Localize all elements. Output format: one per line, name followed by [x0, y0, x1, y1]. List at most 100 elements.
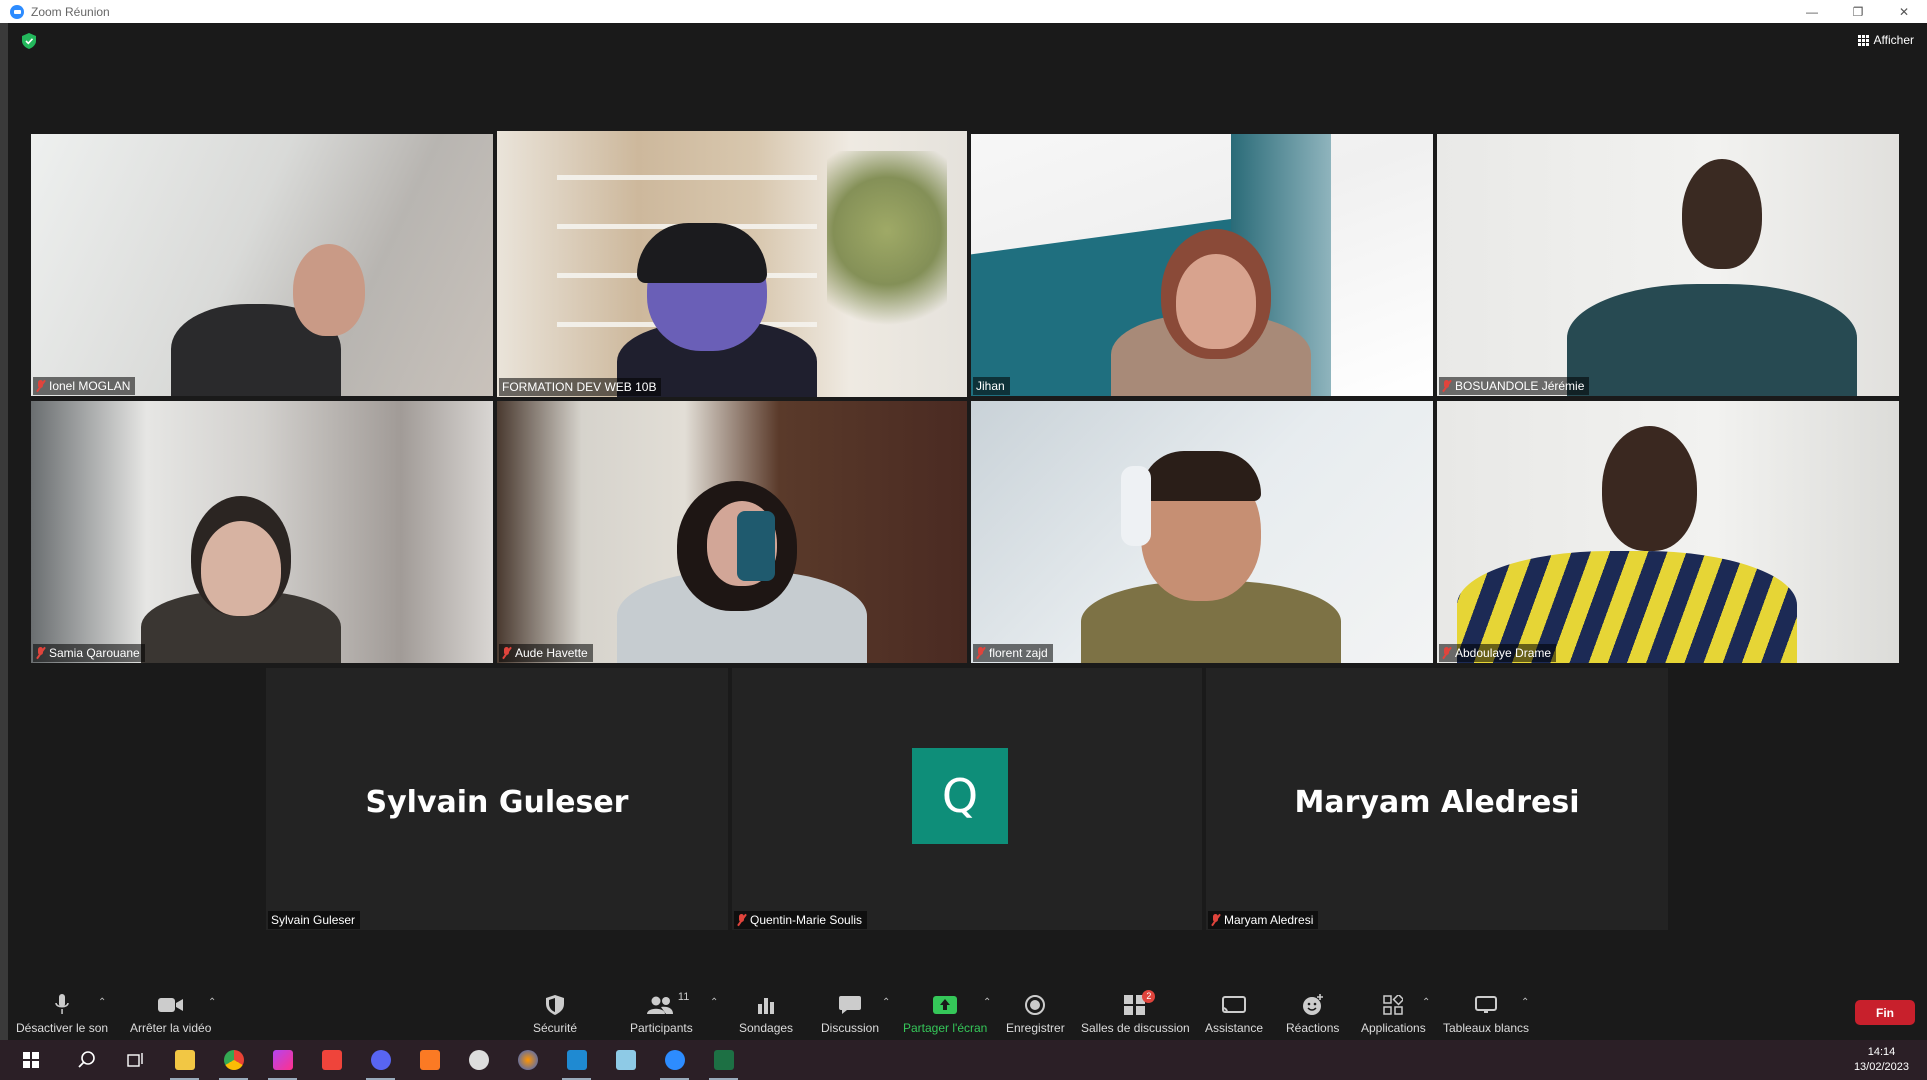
smiley-icon — [1302, 993, 1324, 1017]
no-video-tile[interactable]: Maryam Aledresi Maryam Aledresi — [1206, 668, 1668, 930]
whiteboard-icon — [1475, 993, 1498, 1017]
windows-taskbar: 14:14 13/02/2023 — [0, 1040, 1927, 1080]
task-view-icon[interactable] — [111, 1040, 160, 1080]
video-tile[interactable]: BOSUANDOLE Jérémie — [1437, 134, 1899, 396]
windows-start-icon[interactable] — [0, 1040, 62, 1080]
microphone-icon — [55, 993, 69, 1017]
muted-mic-icon — [1442, 380, 1451, 392]
discord-icon[interactable] — [356, 1040, 405, 1080]
clock-time: 14:14 — [1867, 1046, 1896, 1058]
meeting-toolbar: Désactiver le son ⌃ Arrêter la vidéo ⌃ S… — [8, 985, 1927, 1040]
breakout-badge: 2 — [1142, 990, 1156, 1003]
assistance-button[interactable]: Assistance — [1205, 993, 1263, 1035]
breakout-rooms-button[interactable]: 2 Salles de discussion — [1081, 990, 1190, 1035]
muted-mic-icon — [1211, 914, 1220, 926]
participant-name-tag: FORMATION DEV WEB 10B — [499, 378, 662, 396]
reactions-button[interactable]: Réactions — [1286, 993, 1339, 1035]
participant-display-name: Sylvain Guleser — [365, 785, 629, 820]
apps-button[interactable]: Applications — [1361, 993, 1426, 1035]
video-tile[interactable]: Jihan — [971, 134, 1433, 396]
window-title: Zoom Réunion — [31, 4, 110, 19]
participant-name-tag: Aude Havette — [499, 644, 593, 662]
taskbar-clock[interactable]: 14:14 13/02/2023 — [1854, 1045, 1909, 1075]
muted-mic-icon — [976, 647, 985, 659]
cast-screen-icon — [1222, 993, 1247, 1017]
record-button[interactable]: Enregistrer — [1006, 993, 1065, 1035]
video-camera-icon — [157, 993, 184, 1017]
participant-name-tag: BOSUANDOLE Jérémie — [1439, 377, 1590, 395]
participants-options-caret-icon[interactable]: ⌃ — [710, 997, 718, 1008]
stop-video-button[interactable]: Arrêter la vidéo — [130, 993, 211, 1035]
record-icon — [1025, 993, 1046, 1017]
notepad-icon[interactable] — [601, 1040, 650, 1080]
clock-date: 13/02/2023 — [1853, 1061, 1909, 1073]
apps-icon — [1383, 993, 1404, 1017]
restore-icon[interactable]: ❐ — [1835, 0, 1881, 23]
participant-name-tag: florent zajd — [973, 644, 1053, 662]
share-screen-button[interactable]: Partager l'écran — [903, 993, 987, 1035]
muted-mic-icon — [502, 647, 511, 659]
chat-options-caret-icon[interactable]: ⌃ — [882, 997, 890, 1008]
participant-name-tag: Samia Qarouane — [33, 644, 145, 662]
participant-name-tag: Ionel MOGLAN — [33, 377, 136, 395]
muted-mic-icon — [36, 647, 45, 659]
chrome-icon[interactable] — [209, 1040, 258, 1080]
excel-icon[interactable] — [699, 1040, 748, 1080]
anydesk-icon[interactable] — [307, 1040, 356, 1080]
security-button[interactable]: Sécurité — [533, 993, 577, 1035]
shield-icon — [546, 993, 565, 1017]
zoom-window: Zoom Réunion — ❐ ✕ Afficher Ionel MOGLAN — [0, 0, 1927, 1080]
polls-button[interactable]: Sondages — [739, 993, 793, 1035]
video-tile[interactable]: Ionel MOGLAN — [31, 134, 493, 396]
participant-name-tag: Sylvain Guleser — [268, 911, 361, 929]
participant-display-name: Maryam Aledresi — [1294, 785, 1580, 820]
encryption-shield-icon[interactable] — [22, 33, 36, 49]
xampp-icon[interactable] — [405, 1040, 454, 1080]
zoom-app-icon[interactable] — [650, 1040, 699, 1080]
meeting-area: Afficher Ionel MOGLAN FORMATION DEV WEB … — [8, 23, 1927, 989]
no-video-tile[interactable]: Q Quentin-Marie Soulis — [732, 668, 1202, 930]
muted-mic-icon — [36, 380, 45, 392]
no-video-tile[interactable]: Sylvain Guleser Sylvain Guleser — [266, 668, 728, 930]
view-button[interactable]: Afficher — [1857, 33, 1914, 47]
title-bar: Zoom Réunion — ❐ ✕ — [0, 0, 1927, 23]
search-icon[interactable] — [62, 1040, 111, 1080]
muted-mic-icon — [737, 914, 746, 926]
chat-bubble-icon — [839, 993, 862, 1017]
whiteboards-button[interactable]: Tableaux blancs — [1443, 993, 1529, 1035]
video-tile[interactable]: florent zajd — [971, 401, 1433, 663]
zoom-logo-icon — [10, 4, 24, 19]
firefox-icon[interactable] — [503, 1040, 552, 1080]
participants-count: 11 — [677, 991, 690, 1003]
apps-options-caret-icon[interactable]: ⌃ — [1422, 997, 1430, 1008]
file-explorer-icon[interactable] — [160, 1040, 209, 1080]
participant-name-tag: Maryam Aledresi — [1208, 911, 1319, 929]
video-tile[interactable]: Aude Havette — [497, 401, 967, 663]
participants-icon: 11 — [647, 991, 689, 1017]
video-tile-active-speaker[interactable]: FORMATION DEV WEB 10B — [497, 131, 967, 397]
view-label: Afficher — [1873, 33, 1914, 47]
share-options-caret-icon[interactable]: ⌃ — [983, 997, 991, 1008]
video-tile[interactable]: Samia Qarouane — [31, 401, 493, 663]
vscode-icon[interactable] — [552, 1040, 601, 1080]
video-options-caret-icon[interactable]: ⌃ — [208, 997, 216, 1008]
window-controls: — ❐ ✕ — [1789, 0, 1927, 23]
left-edge-strip — [0, 23, 8, 1040]
end-meeting-button[interactable]: Fin — [1855, 1000, 1915, 1025]
grid-view-icon — [1857, 34, 1869, 46]
breakout-rooms-icon: 2 — [1124, 990, 1156, 1017]
audio-options-caret-icon[interactable]: ⌃ — [98, 997, 106, 1008]
participants-button[interactable]: 11 Participants — [630, 991, 693, 1035]
participant-name-tag: Abdoulaye Drame — [1439, 644, 1557, 662]
participant-name-tag: Jihan — [973, 377, 1010, 395]
github-desktop-icon[interactable] — [454, 1040, 503, 1080]
muted-mic-icon — [1442, 647, 1451, 659]
minimize-icon[interactable]: — — [1789, 0, 1835, 23]
video-tile[interactable]: Abdoulaye Drame — [1437, 401, 1899, 663]
phpstorm-icon[interactable] — [258, 1040, 307, 1080]
share-screen-icon — [933, 993, 958, 1017]
whiteboards-options-caret-icon[interactable]: ⌃ — [1521, 997, 1529, 1008]
close-icon[interactable]: ✕ — [1881, 0, 1927, 23]
mute-button[interactable]: Désactiver le son — [16, 993, 108, 1035]
chat-button[interactable]: Discussion — [821, 993, 879, 1035]
